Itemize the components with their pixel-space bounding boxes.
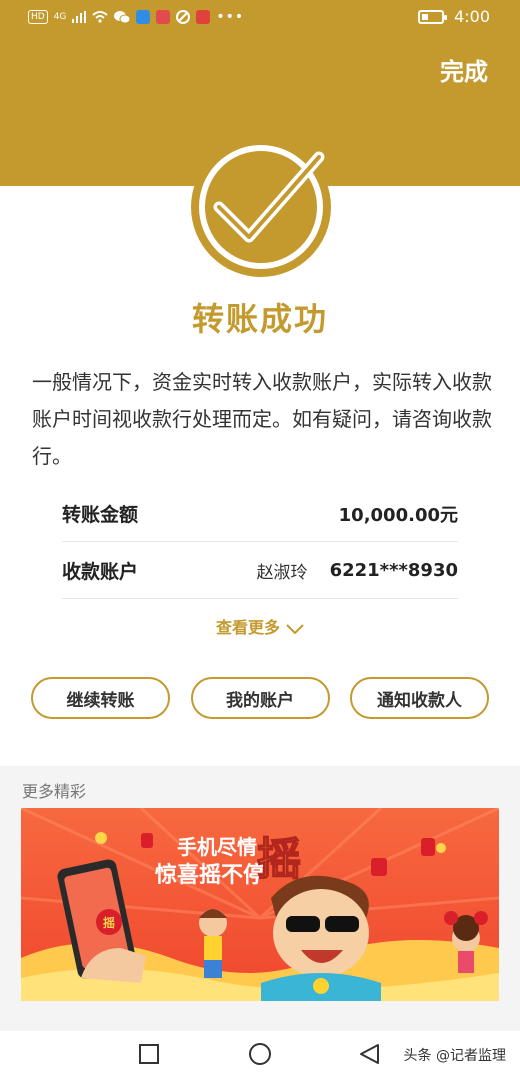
svg-text:摇: 摇 [103,915,115,930]
transfer-description: 一般情况下，资金实时转入收款账户，实际转入收款账户时间视收款行处理而定。如有疑问… [32,370,492,468]
done-button[interactable]: 完成 [440,52,488,87]
wechat-icon [114,11,131,24]
hd-badge: HD [28,10,48,24]
more-section-title: 更多精彩 [22,782,87,801]
promo-banner[interactable]: 摇 手机尽情 惊喜摇不停 摇 [21,808,499,1001]
banner-line-2: 惊喜摇不停 [155,862,265,888]
checkmark-success-icon [191,137,331,277]
banner-line-1: 手机尽情 [177,835,257,859]
banner-big-char: 摇 [257,834,301,885]
see-more-label: 查看更多 [215,618,280,637]
back-icon[interactable] [358,1043,382,1067]
status-left-icons: HD 4G ••• [28,9,244,25]
account-row: 收款账户 赵淑玲 6221***8930 [62,543,458,599]
browser-icon [176,10,191,24]
wifi-icon [92,11,109,23]
status-right: 4:00 [418,7,490,26]
more-dots-icon: ••• [216,9,245,25]
account-holder-name: 赵淑玲 [256,563,308,583]
status-bar: HD 4G ••• 4:00 [0,0,520,36]
boy-with-sunglasses-illustration [261,875,381,1001]
signal-icon [72,11,87,23]
home-icon[interactable] [247,1043,273,1069]
system-nav-bar: 头条 @记者监理 [0,1031,520,1080]
notify-payee-button[interactable]: 通知收款人 [350,677,489,719]
battery-icon [418,9,448,24]
account-label: 收款账户 [62,561,139,583]
see-more-link[interactable]: 查看更多 [0,614,520,638]
vip-app-icon [196,10,211,24]
amount-value: 10,000.00元 [338,504,458,526]
action-buttons: 继续转账 我的账户 通知收款人 [31,677,489,719]
amount-label: 转账金额 [62,504,139,526]
my-account-button[interactable]: 我的账户 [190,677,330,719]
recent-apps-icon[interactable] [138,1043,160,1065]
account-info: 赵淑玲 6221***8930 [257,558,458,583]
chevron-down-icon [286,623,304,634]
promo-banner-art: 摇 手机尽情 惊喜摇不停 摇 [21,808,499,1001]
red-app-icon [156,10,171,24]
clock-time: 4:00 [454,7,490,26]
account-number: 6221***8930 [329,560,458,581]
amount-row: 转账金额 10,000.00元 [62,486,458,542]
success-title: 转账成功 [191,300,328,338]
search-app-icon [136,10,151,24]
continue-transfer-button[interactable]: 继续转账 [31,677,170,719]
watermark-text: 头条 @记者监理 [403,1048,506,1064]
network-type: 4G [53,12,67,22]
